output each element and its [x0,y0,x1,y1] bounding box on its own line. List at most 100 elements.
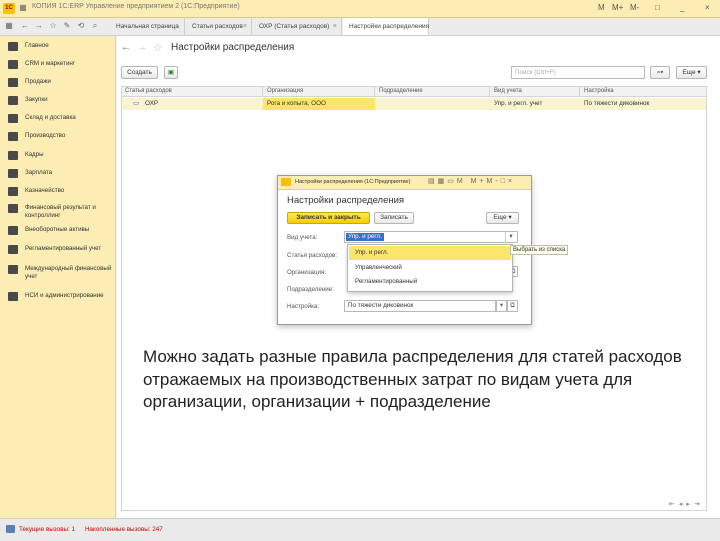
sidebar-item[interactable]: Регламентированный учет [0,243,115,259]
memory-icon[interactable]: М [598,2,605,14]
table-nav-icons[interactable]: ⇤◂▸⇥ [669,500,704,508]
sidebar-item[interactable]: Главное [0,40,115,56]
dialog-more-button[interactable]: Еще ▾ [486,212,519,224]
cart-icon [8,96,18,105]
tab-distribution-settings[interactable]: Настройки распределения × [343,18,429,35]
cell-dept [375,98,379,110]
finance-icon [8,204,18,213]
setting-dropdown-icon[interactable]: ▾ [496,300,507,312]
notes-icon[interactable]: ✎ [62,21,72,31]
sales-icon [8,78,18,87]
intl-icon [8,265,18,274]
close-tab-icon[interactable]: × [420,18,424,35]
sidebar-item-label: Регламентированный учет [25,245,102,252]
dropdown-option[interactable]: Регламентированный [349,275,511,289]
favorites-icon[interactable]: ☆ [48,21,58,31]
sidebar-item-label: Кадры [25,151,44,158]
sidebar-item[interactable]: Казначейство [0,185,115,201]
people-icon [8,151,18,160]
dropdown-arrow-icon[interactable]: ▾ [505,232,516,242]
memory-minus-icon[interactable]: М- [630,2,639,14]
forward-icon[interactable]: → [34,21,44,31]
treasury-icon [8,187,18,196]
sidebar-item-label: CRM и маркетинг [25,60,76,67]
setting-field[interactable]: По тяжести диковинок [344,300,496,312]
sidebar-item-label: НСИ и администрирование [25,292,104,299]
close-tab-icon[interactable]: × [333,18,337,35]
dialog-title-bar: Настройки распределения (1С:Предприятие)… [278,176,531,190]
more-label: Еще [493,214,507,221]
history-icon[interactable]: ⟲ [76,21,86,31]
sidebar-item[interactable]: CRM и маркетинг [0,58,115,74]
create-button[interactable]: Создать [121,66,158,79]
col-expense[interactable]: Статья расходов [121,86,263,97]
sidebar-item[interactable]: Кадры [0,149,115,165]
setting-open-icon[interactable]: ⧉ [507,300,518,312]
close-tab-icon[interactable]: × [243,18,247,35]
accumulated-calls[interactable]: Накопленные вызовы: 247 [85,526,163,533]
col-setting[interactable]: Настройка [580,86,707,97]
search-input[interactable]: Поиск (Ctrl+F) [511,66,645,79]
dropdown-option[interactable]: Управленческий [349,261,511,275]
grid-icon[interactable]: ▦ [4,21,14,31]
sidebar-item[interactable]: Производство [0,130,115,146]
back-icon[interactable]: ← [20,21,30,31]
col-org[interactable]: Организация [263,86,375,97]
sidebar-item-label: Склад и доставка [25,114,76,121]
dialog-title: Настройки распределения [287,195,405,206]
crm-icon [8,60,18,69]
tab-home[interactable]: Начальная страница [110,18,185,35]
page-title: Настройки распределения [171,42,295,53]
tab-bar: ▦ ← → ☆ ✎ ⟲ ⌕ Начальная страница Статьи … [0,18,720,36]
col-account-type[interactable]: Вид учета [490,86,580,97]
sidebar-item[interactable]: Продажи [0,76,115,92]
tab-label: Статьи расходов [192,23,243,30]
close-window-icon[interactable]: × [705,2,710,14]
dialog-app-title: Настройки распределения (1С:Предприятие) [295,179,411,185]
minimize-icon[interactable]: _ [680,2,684,14]
settings-dialog: Настройки распределения (1С:Предприятие)… [277,175,569,325]
account-type-field[interactable]: Упр. и регл. ▾ [344,231,518,243]
favorite-star-icon[interactable]: ☆ [153,41,163,54]
current-calls[interactable]: Текущие вызовы: 1 [19,526,75,533]
sidebar-item-label: Закупки [25,96,48,103]
sidebar-item-label: Зарплата [25,169,53,176]
tab-ohr[interactable]: ОХР (Статья расходов) × [253,18,342,35]
dialog-window-icons[interactable]: ▤▦▭M M+M-□× [428,177,515,185]
dropdown-option[interactable]: Упр. и регл. [349,246,511,260]
save-button[interactable]: Записать [374,212,414,224]
admin-icon [8,292,18,301]
memory-plus-icon[interactable]: М+ [612,2,623,14]
status-icon [6,525,15,533]
grid-icon[interactable]: ▦ [18,3,28,13]
more-button[interactable]: Еще ▾ [676,66,707,79]
search-icon[interactable]: ⌕ [90,21,100,31]
search-button[interactable]: ⌕▾ [650,66,670,79]
sidebar-item[interactable]: Склад и доставка [0,112,115,128]
sidebar-item-label: Внеоборотные активы [25,226,90,233]
save-and-close-button[interactable]: Записать и закрыть [287,212,370,224]
account-type-dropdown: Упр. и регл. Управленческий Регламентиро… [347,244,513,292]
dept-label: Подразделение: [287,286,334,293]
tab-label: Настройки распределения [349,23,430,30]
sidebar-item[interactable]: Внеоборотные активы [0,224,115,240]
back-icon[interactable]: ← [121,42,131,53]
sidebar-item[interactable]: Финансовый результат и контроллинг [0,202,115,219]
cell-account-type: Упр. и регл. учет [494,100,543,107]
cell-org: Рога и копыта, ООО [267,100,326,107]
restore-icon[interactable]: □ [655,2,660,14]
col-dept[interactable]: Подразделение [375,86,490,97]
salary-icon [8,169,18,178]
sidebar-item[interactable]: НСИ и администрирование [0,290,115,306]
forward-icon[interactable]: → [137,42,147,53]
more-label: Еще [682,69,696,76]
account-type-value: Упр. и регл. [346,233,384,241]
sidebar-item[interactable]: Закупки [0,94,115,110]
sidebar-item[interactable]: Зарплата [0,167,115,183]
app-title: КОПИЯ 1С:ERP Управление предприятием 2 (… [32,3,240,10]
tab-expenses[interactable]: Статьи расходов × [186,18,252,35]
sidebar-item[interactable]: Международный финансовый учет [0,263,115,280]
excel-export-icon[interactable]: ▣ [164,66,178,79]
cell-expense: ОХР [145,100,159,107]
tab-label: ОХР (Статья расходов) [259,23,330,30]
